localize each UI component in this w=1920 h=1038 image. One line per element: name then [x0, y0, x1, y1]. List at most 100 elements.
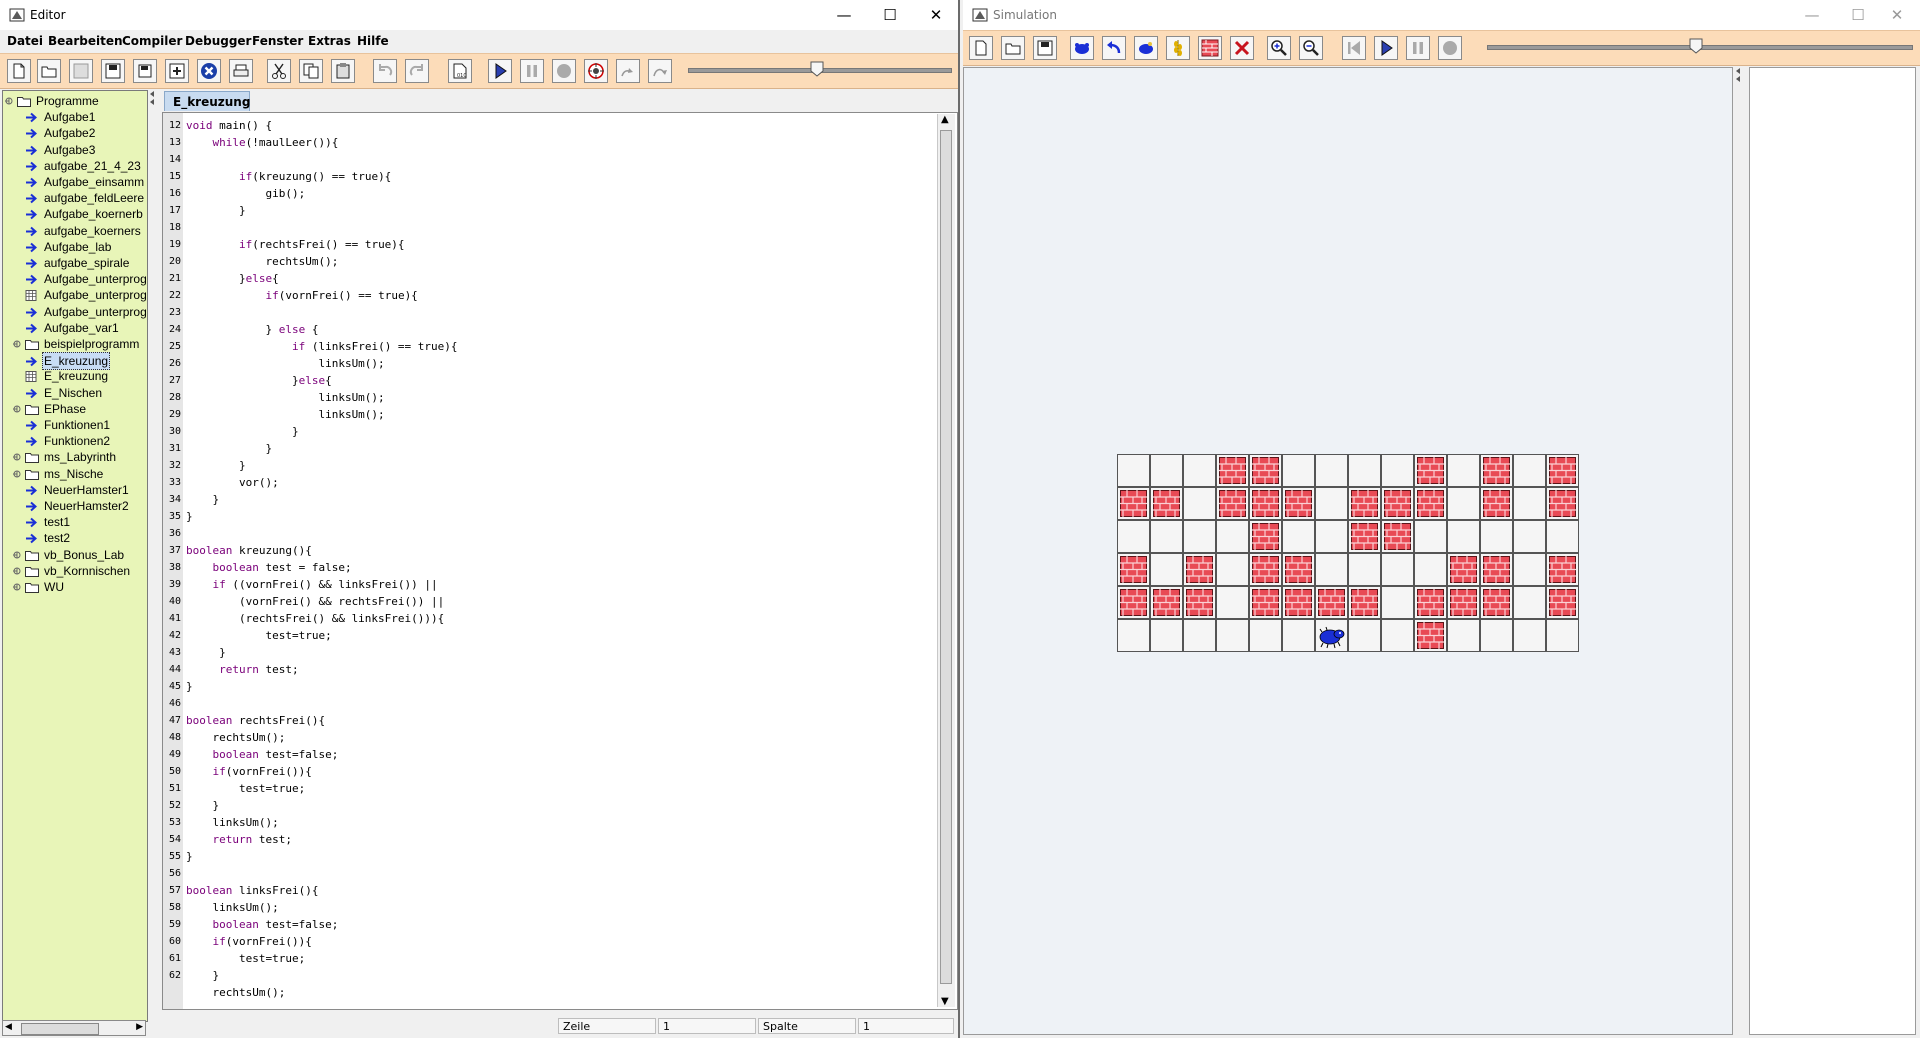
tree-item[interactable]: aufgabe_21_4_23	[13, 158, 143, 174]
tree-item[interactable]: aufgabe_feldLeere	[13, 190, 146, 206]
tree-folder[interactable]: WU	[13, 579, 66, 595]
paste-icon[interactable]	[331, 59, 355, 83]
open-folder-icon[interactable]	[37, 59, 61, 83]
wall-cell[interactable]	[1249, 487, 1282, 520]
wall-cell[interactable]	[1414, 619, 1447, 652]
scroll-down-arrow-icon[interactable]: ▼	[941, 996, 949, 1007]
step-over-icon[interactable]	[648, 59, 672, 83]
wall-cell[interactable]	[1282, 553, 1315, 586]
wall-cell[interactable]	[1216, 487, 1249, 520]
split-pane-divider[interactable]	[149, 90, 157, 110]
wall-cell[interactable]	[1414, 586, 1447, 619]
territory-cell[interactable]	[1282, 520, 1315, 553]
compile-icon[interactable]: 010	[448, 59, 472, 83]
territory-cell[interactable]	[1480, 619, 1513, 652]
collapsed-node-icon[interactable]	[13, 550, 22, 561]
wall-cell[interactable]	[1480, 487, 1513, 520]
tree-item[interactable]: Aufgabe1	[13, 109, 97, 125]
wall-cell[interactable]	[1117, 487, 1150, 520]
territory-cell[interactable]	[1348, 454, 1381, 487]
expanded-node-icon[interactable]	[13, 339, 22, 350]
speed-slider-thumb[interactable]	[810, 61, 824, 77]
tab-e-kreuzung[interactable]: E_kreuzung	[164, 91, 250, 111]
zoom-in-icon[interactable]	[1267, 36, 1291, 60]
territory-cell[interactable]	[1381, 553, 1414, 586]
tree-scroll-thumb[interactable]	[21, 1023, 99, 1035]
close-button[interactable]: ✕	[1874, 0, 1920, 30]
territory-cell[interactable]	[1216, 586, 1249, 619]
collapsed-node-icon[interactable]	[13, 566, 22, 577]
territory-cell[interactable]	[1381, 619, 1414, 652]
tree-folder[interactable]: Programme	[5, 93, 101, 109]
print-icon[interactable]	[229, 59, 253, 83]
code-editor[interactable]: 12 void main() {13 while(!maulLeer()){14 1…	[162, 112, 958, 1010]
wall-cell[interactable]	[1381, 520, 1414, 553]
tree-folder[interactable]: ms_Labyrinth	[13, 449, 118, 465]
expanded-node-icon[interactable]	[13, 469, 22, 480]
tree-item[interactable]: test1	[13, 514, 72, 530]
cut-icon[interactable]	[267, 59, 291, 83]
tree-item[interactable]: Aufgabe3	[13, 142, 97, 158]
tree-item[interactable]: Aufgabe_unterprog	[13, 304, 147, 320]
tree-item[interactable]: Aufgabe_unterprog	[13, 271, 147, 287]
tree-item[interactable]: NeuerHamster1	[13, 482, 131, 498]
save-disk-icon[interactable]	[101, 59, 125, 83]
expanded-node-icon[interactable]	[5, 96, 14, 107]
save-all-icon[interactable]	[165, 59, 189, 83]
wall-cell[interactable]	[1117, 586, 1150, 619]
territory-cell[interactable]	[1150, 553, 1183, 586]
minimize-button[interactable]: —	[821, 0, 867, 30]
territory-cell[interactable]	[1513, 619, 1546, 652]
wall-cell[interactable]	[1249, 520, 1282, 553]
territory-cell[interactable]	[1183, 520, 1216, 553]
territory-canvas[interactable]	[963, 67, 1733, 1035]
tree-item[interactable]: test2	[13, 530, 72, 546]
wall-cell[interactable]	[1546, 487, 1579, 520]
territory-cell[interactable]	[1315, 520, 1348, 553]
territory-cell[interactable]	[1480, 520, 1513, 553]
place-grain-icon[interactable]	[1166, 36, 1190, 60]
territory-cell[interactable]	[1117, 454, 1150, 487]
territory-cell[interactable]	[1150, 454, 1183, 487]
wall-cell[interactable]	[1447, 553, 1480, 586]
wall-cell[interactable]	[1216, 454, 1249, 487]
territory-cell[interactable]	[1447, 520, 1480, 553]
tree-item[interactable]: Aufgabe_var1	[13, 320, 121, 336]
tree-horizontal-scrollbar[interactable]: ◀ ▶	[2, 1020, 146, 1036]
wall-cell[interactable]	[1282, 586, 1315, 619]
menu-bearbeiten[interactable]: Bearbeiten	[48, 34, 123, 48]
territory-cell[interactable]	[1348, 553, 1381, 586]
menu-debugger[interactable]: Debugger	[185, 34, 251, 48]
run-icon[interactable]	[488, 59, 512, 83]
wall-cell[interactable]	[1249, 454, 1282, 487]
step-into-icon[interactable]	[616, 59, 640, 83]
code-scroll-thumb[interactable]	[940, 130, 952, 984]
territory-cell[interactable]	[1546, 619, 1579, 652]
step-back-icon[interactable]	[1342, 36, 1366, 60]
wall-cell[interactable]	[1315, 586, 1348, 619]
collapse-arrow-icon[interactable]	[1735, 67, 1743, 87]
territory-cell[interactable]	[1348, 619, 1381, 652]
simulation-split-divider[interactable]	[1735, 67, 1745, 97]
wall-cell[interactable]	[1249, 586, 1282, 619]
tree-item[interactable]: Aufgabe_unterprog	[13, 287, 147, 303]
undo-icon[interactable]	[373, 59, 397, 83]
territory-cell[interactable]	[1381, 454, 1414, 487]
territory-cell[interactable]	[1216, 520, 1249, 553]
save-as-icon[interactable]	[133, 59, 157, 83]
tree-item[interactable]: aufgabe_spirale	[13, 255, 131, 271]
place-wall-icon[interactable]	[1198, 36, 1222, 60]
delete-icon[interactable]	[1230, 36, 1254, 60]
stop-simulation-icon[interactable]	[1438, 36, 1462, 60]
minimize-button[interactable]: —	[1789, 0, 1835, 30]
scroll-up-arrow-icon[interactable]: ▲	[941, 114, 949, 125]
tree-item[interactable]: E_kreuzung	[13, 352, 111, 371]
tree-item[interactable]: Funktionen2	[13, 433, 112, 449]
territory-cell[interactable]	[1150, 520, 1183, 553]
wall-cell[interactable]	[1183, 553, 1216, 586]
territory-cell[interactable]	[1513, 586, 1546, 619]
tree-folder[interactable]: beispielprogramm	[13, 336, 141, 352]
collapsed-node-icon[interactable]	[13, 582, 22, 593]
wall-cell[interactable]	[1282, 487, 1315, 520]
simulation-speed-slider-thumb[interactable]	[1689, 38, 1703, 54]
